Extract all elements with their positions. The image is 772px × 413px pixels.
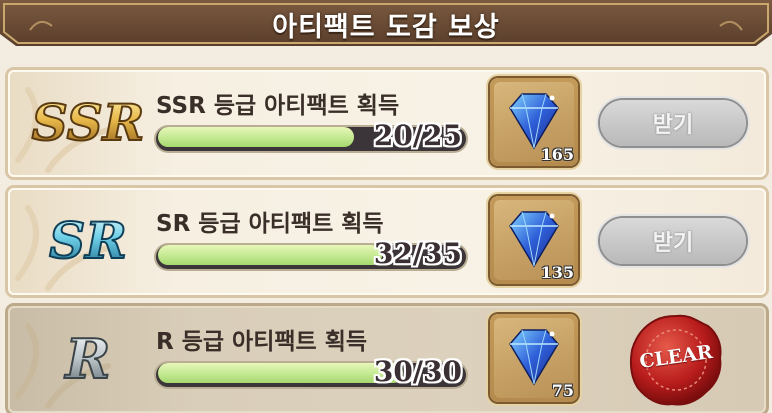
page-title: 아티팩트 도감 보상 xyxy=(272,11,500,43)
clear-seal-badge: CLEAR xyxy=(628,312,724,408)
reward-quantity: 135 xyxy=(540,263,574,282)
progress-bar: 32/35 xyxy=(156,237,466,273)
progress-fill xyxy=(158,245,382,265)
rank-letters: SSR xyxy=(32,93,145,152)
ssr-rank-emblem: SSR xyxy=(31,92,146,153)
row-label: SSR 등급 아티팩트 획득 xyxy=(156,93,400,119)
row-label: SR 등급 아티팩트 획득 xyxy=(156,211,384,237)
reward-row-ssr: SSR SSR 등급 아티팩트 획득 20/25 165 받기 xyxy=(8,70,766,177)
reward-slot: 75 xyxy=(490,314,578,402)
claim-button[interactable]: 받기 xyxy=(600,218,746,264)
rank-letters: SR xyxy=(49,211,127,270)
reward-slot[interactable]: 135 xyxy=(490,196,578,284)
progress-text: 30/30 xyxy=(373,355,462,388)
reward-quantity: 75 xyxy=(551,381,574,400)
progress-bar: 30/30 xyxy=(156,355,466,391)
reward-quantity: 165 xyxy=(540,145,574,164)
reward-row-sr: SR SR 등급 아티팩트 획득 32/35 135 받기 xyxy=(8,188,766,295)
progress-text: 20/25 xyxy=(373,119,462,152)
progress-text: 32/35 xyxy=(373,237,462,270)
progress-bar: 20/25 xyxy=(156,119,466,155)
claim-button[interactable]: 받기 xyxy=(600,100,746,146)
header-banner: 아티팩트 도감 보상 xyxy=(0,0,772,52)
rank-letters: R xyxy=(64,327,111,391)
sr-rank-emblem: SR xyxy=(48,210,128,271)
r-rank-emblem: R xyxy=(63,326,112,392)
row-label: R 등급 아티팩트 획득 xyxy=(156,329,368,355)
reward-slot[interactable]: 165 xyxy=(490,78,578,166)
progress-fill xyxy=(158,127,354,147)
progress-fill xyxy=(158,363,403,383)
reward-row-r: R R 등급 아티팩트 획득 30/30 75 CLEAR xyxy=(8,306,766,413)
